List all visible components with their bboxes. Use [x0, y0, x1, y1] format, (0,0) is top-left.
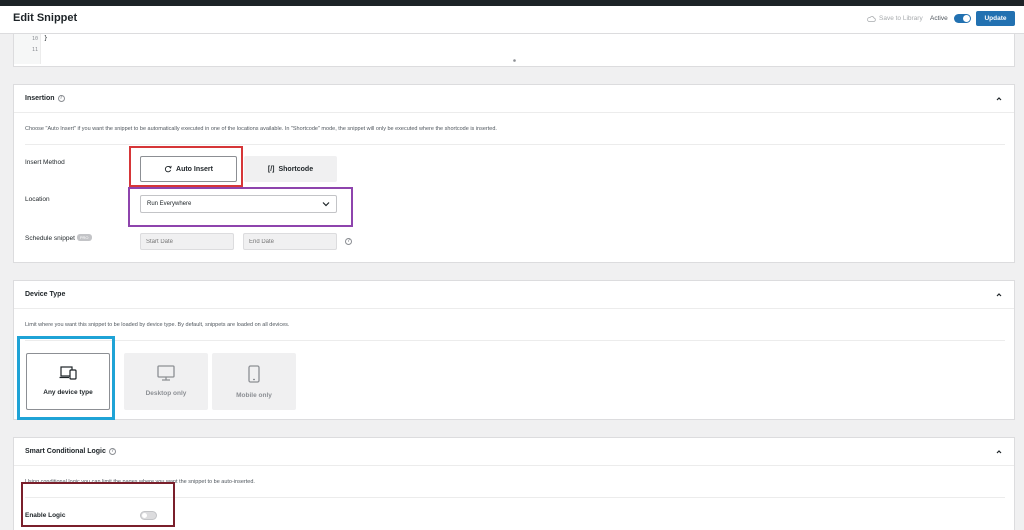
device-type-panel: Device Type Limit where you want this sn… — [13, 280, 1015, 420]
insertion-panel-header[interactable]: Insertion? — [14, 85, 1014, 113]
page-title: Edit Snippet — [13, 12, 78, 24]
help-icon[interactable]: ? — [345, 238, 352, 245]
active-toggle[interactable] — [954, 14, 971, 23]
line-number: 11 — [32, 47, 39, 53]
device-option-mobile[interactable]: Mobile only — [212, 353, 296, 410]
device-option-label: Desktop only — [145, 390, 187, 397]
device-type-title: Device Type — [25, 291, 66, 298]
resize-handle-icon[interactable] — [512, 58, 517, 63]
chevron-up-icon[interactable] — [996, 96, 1002, 102]
device-type-panel-header[interactable]: Device Type — [14, 281, 1014, 309]
chevron-up-icon[interactable] — [996, 449, 1002, 455]
shortcode-icon: [/] — [267, 165, 275, 173]
start-date-input[interactable] — [140, 233, 234, 250]
conditional-logic-panel-header[interactable]: Smart Conditional Logic? — [14, 438, 1014, 466]
active-label: Active — [930, 15, 948, 22]
update-button[interactable]: Update — [976, 11, 1015, 26]
schedule-label: Schedule snippet PRO — [25, 234, 92, 242]
divider — [25, 144, 1005, 145]
save-to-library-label: Save to Library — [879, 15, 923, 22]
divider — [25, 340, 1005, 341]
code-line: } — [44, 35, 48, 42]
insertion-description: Choose "Auto Insert" if you want the sni… — [25, 126, 497, 132]
code-editor[interactable]: 10 11 } — [13, 34, 1015, 67]
device-type-description: Limit where you want this snippet to be … — [25, 322, 290, 328]
highlight-box-location — [128, 187, 353, 227]
save-to-library-link[interactable]: Save to Library — [867, 15, 923, 22]
panel-title: Smart Conditional Logic? — [25, 448, 116, 455]
help-icon[interactable]: ? — [57, 95, 65, 102]
panel-title: Insertion? — [25, 95, 65, 102]
help-icon[interactable]: ? — [108, 448, 116, 455]
line-gutter: 10 11 — [14, 34, 41, 64]
chevron-up-icon[interactable] — [996, 292, 1002, 298]
schedule-text: Schedule snippet — [25, 235, 75, 242]
conditional-title: Smart Conditional Logic — [25, 448, 106, 455]
insertion-title: Insertion — [25, 95, 55, 102]
device-option-desktop[interactable]: Desktop only — [124, 353, 208, 410]
highlight-box-insert-method — [129, 146, 243, 187]
highlight-box-device-type — [17, 336, 115, 420]
end-date-input[interactable] — [243, 233, 337, 250]
cloud-icon — [867, 15, 876, 22]
insert-method-label: Insert Method — [25, 159, 65, 166]
device-option-label: Mobile only — [236, 392, 272, 399]
page-header: Edit Snippet Save to Library Active Upda… — [0, 6, 1024, 34]
desktop-icon — [157, 365, 175, 381]
shortcode-button[interactable]: [/] Shortcode — [244, 156, 337, 182]
mobile-icon — [248, 365, 260, 383]
highlight-box-enable-logic — [21, 482, 175, 527]
line-number: 10 — [32, 36, 39, 42]
pro-badge: PRO — [76, 234, 92, 241]
shortcode-label: Shortcode — [278, 165, 314, 173]
location-label: Location — [25, 196, 50, 203]
